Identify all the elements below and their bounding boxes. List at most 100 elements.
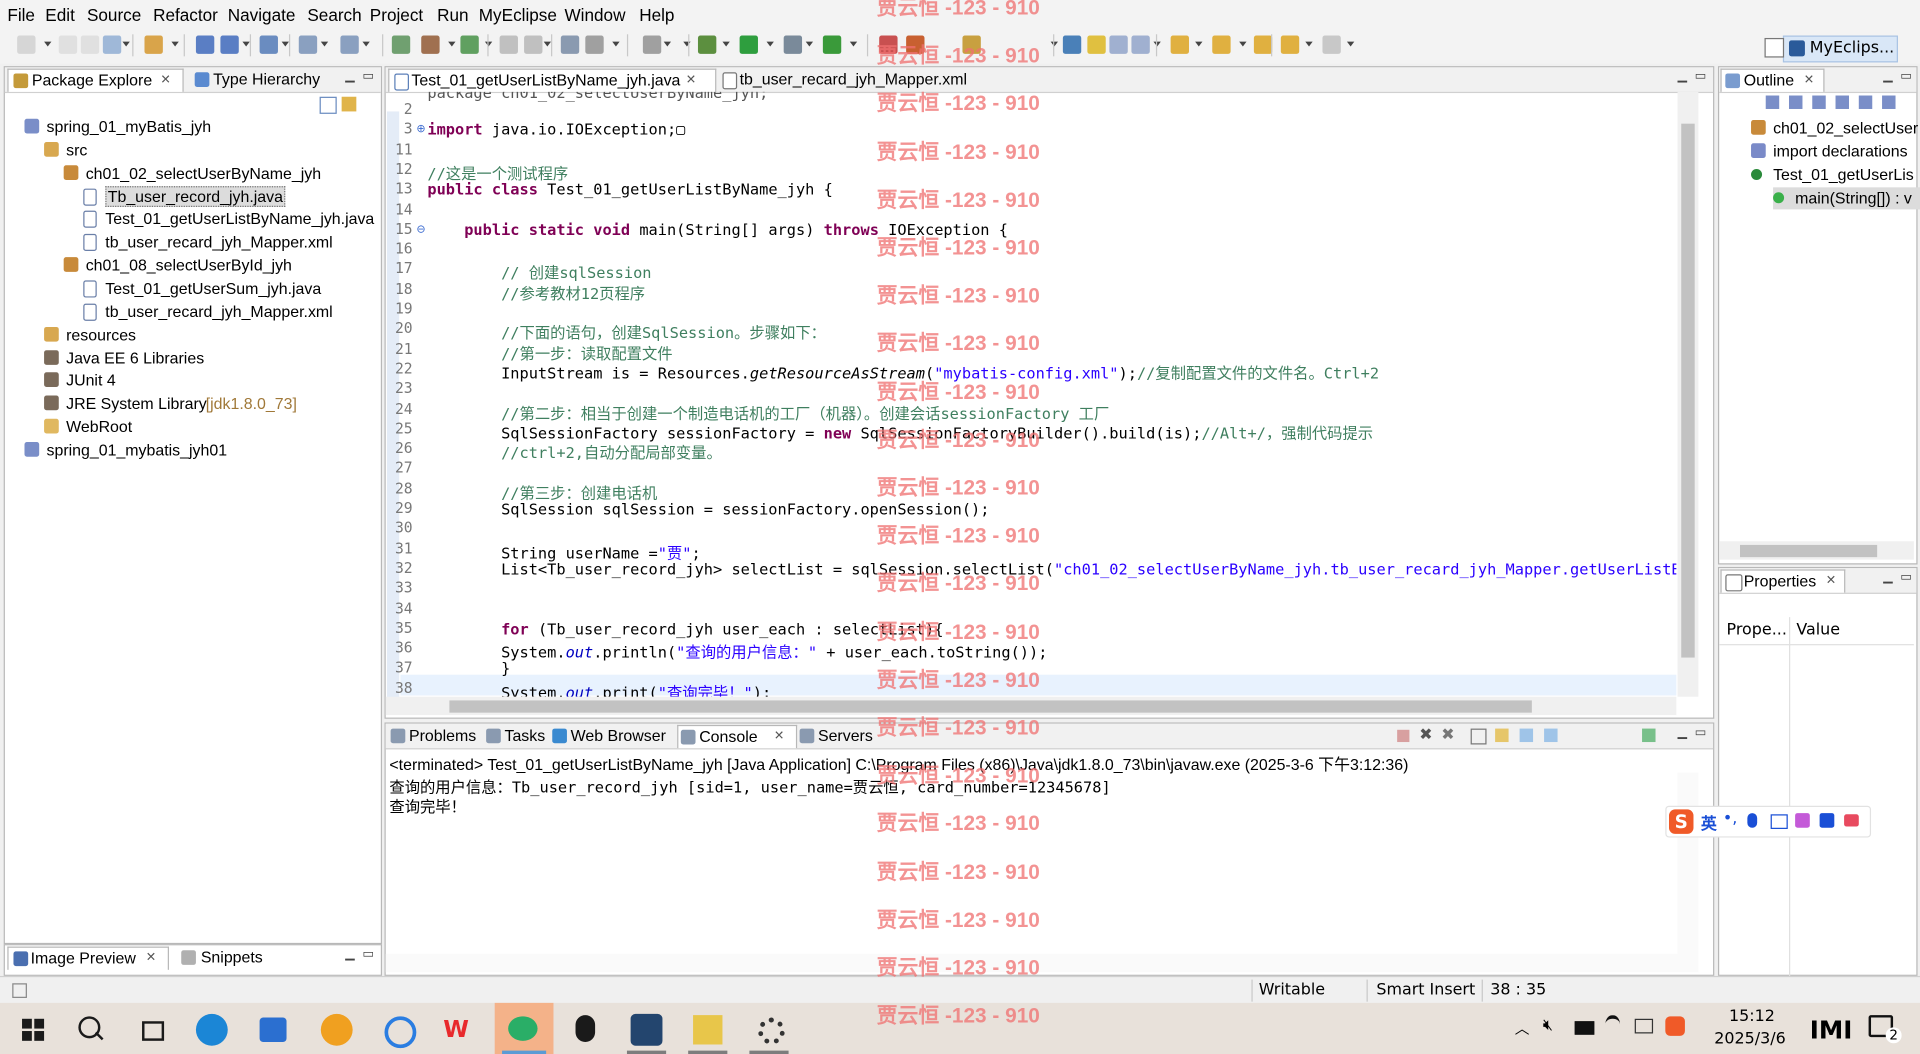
outline-horizontal-scrollbar[interactable]: [1719, 541, 1914, 560]
network-app-icon[interactable]: [380, 1011, 417, 1049]
open-console-icon[interactable]: [1642, 728, 1656, 743]
tab-package-explorer[interactable]: Package Explore ✕: [7, 68, 184, 92]
dropdown-arrow-icon[interactable]: [612, 41, 620, 47]
dropdown-arrow-icon[interactable]: [281, 41, 289, 47]
jar-icon[interactable]: [421, 35, 440, 54]
dropdown-arrow-icon[interactable]: [122, 41, 130, 47]
minimize-icon[interactable]: ▁: [345, 948, 354, 961]
property-column-header[interactable]: Prope...: [1727, 621, 1787, 639]
tray-chevron-icon[interactable]: ︿: [1515, 1018, 1530, 1039]
toolbox-icon[interactable]: [1819, 813, 1835, 828]
dropdown-arrow-icon[interactable]: [663, 41, 672, 47]
menu-search[interactable]: Search: [307, 5, 361, 25]
keyboard-icon[interactable]: [1770, 814, 1788, 829]
show-whitespace-icon[interactable]: [1131, 35, 1150, 54]
dropdown-arrow-icon[interactable]: [766, 41, 774, 47]
last-edit-icon[interactable]: [1253, 35, 1273, 54]
editor-horizontal-scrollbar[interactable]: [385, 696, 1677, 716]
search-icon[interactable]: [71, 1011, 108, 1045]
web-icon[interactable]: [340, 35, 359, 54]
tab-servers[interactable]: Servers: [797, 725, 878, 747]
print-icon[interactable]: [102, 35, 122, 54]
tab-tasks[interactable]: Tasks: [484, 725, 548, 747]
fold-icon[interactable]: ⊕: [416, 124, 425, 136]
hide-fields-icon[interactable]: [1765, 95, 1780, 109]
close-icon[interactable]: ✕: [1804, 73, 1814, 86]
minimize-icon[interactable]: ▁: [345, 70, 354, 83]
minimize-icon[interactable]: ▁: [1678, 70, 1687, 83]
display-console-icon[interactable]: [1544, 728, 1558, 743]
dropdown-arrow-icon[interactable]: [1195, 41, 1203, 47]
sort-icon[interactable]: [1858, 95, 1873, 109]
scroll-thumb[interactable]: [449, 700, 1532, 713]
maximize-icon[interactable]: ▭: [362, 948, 374, 961]
console-tool-icon[interactable]: [642, 35, 662, 54]
external-tools-icon[interactable]: [822, 35, 842, 54]
close-icon[interactable]: ✕: [686, 73, 696, 86]
link-editor-icon[interactable]: [341, 96, 357, 112]
tab-mapper-xml[interactable]: tb_user_recard_jyh_Mapper.xml: [719, 69, 988, 91]
store-icon[interactable]: [255, 1011, 292, 1045]
clock-date[interactable]: 2025/3/6: [1714, 1030, 1785, 1048]
dropdown-arrow-icon[interactable]: [805, 41, 814, 47]
settings-gear-icon[interactable]: [752, 1011, 789, 1045]
debug-server-icon[interactable]: [298, 35, 318, 54]
back-icon[interactable]: [1280, 35, 1300, 54]
microphone-icon[interactable]: [1747, 813, 1758, 828]
new-project-icon[interactable]: [144, 35, 163, 54]
dropdown-arrow-icon[interactable]: [849, 41, 858, 47]
clear-console-icon[interactable]: [1470, 728, 1487, 745]
deploy-icon[interactable]: [391, 35, 411, 54]
maximize-icon[interactable]: ▭: [1695, 70, 1707, 83]
menu-help[interactable]: Help: [639, 5, 674, 25]
volume-icon[interactable]: 🔇︎: [1543, 1016, 1553, 1034]
save-icon[interactable]: [58, 35, 78, 54]
build-icon[interactable]: [499, 35, 518, 54]
close-icon[interactable]: ✕: [1826, 574, 1836, 587]
pin-console-icon[interactable]: [1519, 728, 1534, 743]
dropdown-arrow-icon[interactable]: [171, 41, 179, 47]
minimize-icon[interactable]: ▁: [1883, 571, 1892, 584]
package-new-icon[interactable]: [195, 35, 215, 54]
editor-vertical-scrollbar[interactable]: [1677, 91, 1699, 697]
ime-mode-label[interactable]: 英: [1701, 811, 1717, 834]
skin-icon[interactable]: [1795, 813, 1810, 828]
ime-toolbar[interactable]: S 英 •,: [1665, 805, 1872, 838]
profile-icon[interactable]: [879, 35, 898, 54]
console-vertical-scrollbar[interactable]: [1677, 772, 1699, 954]
remove-launch-icon[interactable]: ✖: [1419, 726, 1432, 744]
dropdown-arrow-icon[interactable]: [320, 41, 329, 47]
menu-refactor[interactable]: Refactor: [153, 5, 218, 25]
run-icon[interactable]: [739, 35, 758, 54]
terminate-icon[interactable]: [1397, 729, 1410, 743]
scroll-thumb[interactable]: [1681, 123, 1695, 658]
clock-time[interactable]: 15:12: [1729, 1008, 1775, 1026]
more-icon[interactable]: [1844, 814, 1859, 827]
fold-icon[interactable]: ⊖: [416, 224, 425, 236]
build-all-icon[interactable]: [524, 35, 543, 54]
menu-project[interactable]: Project: [370, 5, 423, 25]
dropdown-arrow-icon[interactable]: [44, 41, 52, 47]
browser-app-icon[interactable]: [318, 1011, 355, 1046]
highlight-icon[interactable]: [1087, 35, 1106, 54]
class-new-icon[interactable]: [220, 35, 239, 54]
dropdown-arrow-icon[interactable]: [362, 41, 370, 47]
dropdown-arrow-icon[interactable]: [683, 41, 691, 47]
app-tray-icon[interactable]: IMI: [1810, 1015, 1853, 1044]
menu-run[interactable]: Run: [437, 5, 468, 25]
edge-icon[interactable]: [193, 1011, 230, 1046]
open-perspective-icon[interactable]: [1764, 37, 1785, 58]
search-tool-icon[interactable]: [585, 35, 604, 54]
tab-web-browser[interactable]: Web Browser: [550, 725, 672, 747]
minimize-icon[interactable]: ▁: [1883, 70, 1892, 83]
collapse-all-icon[interactable]: [319, 96, 337, 114]
dropdown-arrow-icon[interactable]: [1346, 41, 1355, 47]
menu-window[interactable]: Window: [564, 5, 625, 25]
maximize-icon[interactable]: ▭: [1900, 571, 1912, 584]
toggle-block-icon[interactable]: [1109, 35, 1128, 54]
server-icon[interactable]: [259, 35, 278, 54]
dropdown-arrow-icon[interactable]: [448, 41, 456, 47]
myeclipse-taskbar-icon[interactable]: [628, 1011, 665, 1046]
tab-snippets[interactable]: Snippets: [176, 947, 274, 969]
next-annotation-icon[interactable]: [1062, 35, 1082, 54]
